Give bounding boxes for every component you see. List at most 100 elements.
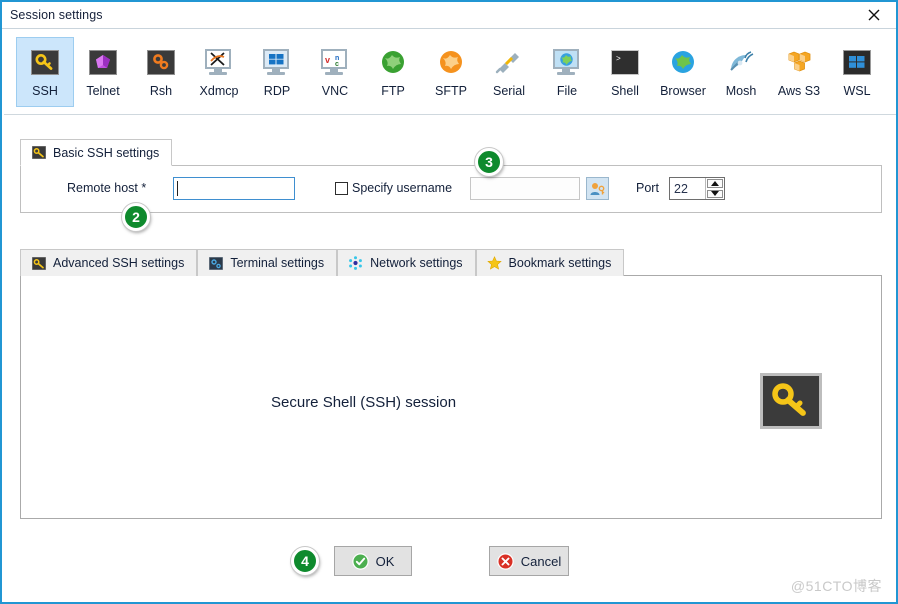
port-stepper[interactable]: 22 — [669, 177, 725, 200]
orange-globe-icon — [434, 46, 468, 78]
terminal-blue-icon — [208, 256, 223, 270]
ok-button[interactable]: OK — [334, 546, 412, 576]
network-dots-icon — [348, 256, 363, 270]
session-type-label: WSL — [843, 84, 871, 98]
star-icon — [486, 256, 502, 270]
close-button[interactable] — [852, 2, 896, 28]
session-type-label: RDP — [263, 84, 291, 98]
session-type-mosh[interactable]: Mosh — [712, 37, 770, 107]
session-type-vnc[interactable]: v n c VNC — [306, 37, 364, 107]
serial-plug-icon — [492, 46, 526, 78]
ssh-key-illustration — [760, 373, 822, 429]
tab-advanced-ssh-settings[interactable]: Advanced SSH settings — [20, 249, 198, 276]
session-type-telnet[interactable]: Telnet — [74, 37, 132, 107]
session-type-rdp[interactable]: RDP — [248, 37, 306, 107]
session-type-label: Browser — [660, 84, 706, 98]
remote-host-input[interactable] — [173, 177, 295, 200]
key-tile-icon — [772, 383, 806, 416]
terminal-tile-icon: > — [608, 46, 642, 78]
text-caret — [177, 181, 178, 196]
session-type-serial[interactable]: Serial — [480, 37, 538, 107]
chevron-down-icon — [711, 191, 719, 197]
port-label: Port — [636, 181, 659, 195]
session-type-browser[interactable]: Browser — [654, 37, 712, 107]
x-circle-icon — [497, 552, 514, 570]
close-icon — [868, 9, 880, 21]
session-type-sftp[interactable]: SFTP — [422, 37, 480, 107]
tab-terminal-settings[interactable]: Terminal settings — [197, 249, 338, 276]
session-type-aws-s3[interactable]: Aws S3 — [770, 37, 828, 107]
watermark: @51CTO博客 — [790, 578, 882, 594]
cancel-button-label: Cancel — [520, 553, 562, 569]
x-monitor-icon — [202, 46, 236, 78]
user-key-icon — [590, 182, 605, 195]
checkbox-box — [335, 181, 348, 195]
cancel-button[interactable]: Cancel — [489, 546, 569, 576]
basic-settings-tabbar: Basic SSH settings — [20, 139, 173, 166]
tab-label: Advanced SSH settings — [53, 256, 185, 270]
vnc-monitor-icon: v n c — [318, 46, 352, 78]
session-type-label: Shell — [611, 84, 639, 98]
green-globe-icon — [376, 46, 410, 78]
blue-globe-icon — [666, 46, 700, 78]
key-tile-icon — [28, 46, 62, 78]
panel-caption: Secure Shell (SSH) session — [271, 394, 457, 411]
session-type-label: Mosh — [725, 84, 757, 98]
specify-username-label: Specify username — [352, 181, 453, 195]
basic-settings-group: Remote host * Specify username Port 22 — [20, 165, 882, 213]
session-type-shell[interactable]: > Shell — [596, 37, 654, 107]
purple-cube-tile-icon — [86, 46, 120, 78]
session-type-label: Telnet — [86, 84, 120, 98]
port-value[interactable]: 22 — [670, 178, 705, 199]
windows-monitor-icon — [260, 46, 294, 78]
lower-settings-tabbar: Advanced SSH settings Terminal settings — [20, 249, 625, 276]
session-type-label: Rsh — [149, 84, 173, 98]
tab-basic-ssh-settings[interactable]: Basic SSH settings — [20, 139, 173, 166]
session-type-ssh[interactable]: SSH — [16, 37, 74, 107]
username-input[interactable] — [470, 177, 580, 200]
orange-gears-tile-icon — [144, 46, 178, 78]
chevron-up-icon — [711, 180, 719, 186]
session-type-label: SFTP — [435, 84, 467, 98]
svg-text:>: > — [616, 55, 621, 64]
port-spinner — [705, 178, 724, 199]
session-type-label: SSH — [32, 84, 58, 98]
callout-badge-3: 3 — [475, 148, 503, 176]
session-type-label: VNC — [321, 84, 349, 98]
session-type-xdmcp[interactable]: Xdmcp — [190, 37, 248, 107]
globe-monitor-icon — [550, 46, 584, 78]
session-type-rsh[interactable]: Rsh — [132, 37, 190, 107]
session-type-strip: SSH Telnet Rsh Xdmcp RDP v n c VNC FTP S… — [4, 30, 896, 115]
callout-badge-2: 2 — [122, 203, 150, 231]
tab-bookmark-settings[interactable]: Bookmark settings — [475, 249, 625, 276]
remote-host-label: Remote host * — [67, 181, 147, 195]
tab-label: Terminal settings — [230, 256, 325, 270]
tab-label: Basic SSH settings — [53, 145, 160, 160]
session-type-ftp[interactable]: FTP — [364, 37, 422, 107]
session-type-file[interactable]: File — [538, 37, 596, 107]
windows-tile-icon — [840, 46, 874, 78]
specify-username-checkbox[interactable]: Specify username — [335, 181, 452, 195]
tab-label: Network settings — [370, 256, 463, 270]
port-spinner-up[interactable] — [707, 179, 723, 188]
page-title: Session settings — [10, 8, 103, 22]
key-tile-icon — [31, 146, 46, 160]
check-circle-icon — [351, 552, 369, 570]
svg-text:c: c — [335, 61, 339, 67]
tab-network-settings[interactable]: Network settings — [337, 249, 476, 276]
ok-button-label: OK — [375, 553, 395, 569]
port-spinner-down[interactable] — [707, 189, 723, 198]
session-type-label: Xdmcp — [199, 84, 239, 98]
svg-text:v: v — [325, 55, 330, 65]
session-type-wsl[interactable]: WSL — [828, 37, 886, 107]
session-type-label: Aws S3 — [777, 84, 821, 98]
tab-label: Bookmark settings — [508, 256, 612, 270]
ssh-session-panel: Secure Shell (SSH) session — [20, 275, 882, 519]
titlebar: Session settings — [2, 2, 896, 29]
session-type-label: File — [556, 84, 578, 98]
key-tile-icon — [31, 256, 46, 270]
callout-badge-4: 4 — [291, 547, 319, 575]
session-type-label: Serial — [493, 84, 525, 98]
aws-buckets-icon — [782, 46, 816, 78]
user-picker-button[interactable] — [586, 177, 609, 200]
